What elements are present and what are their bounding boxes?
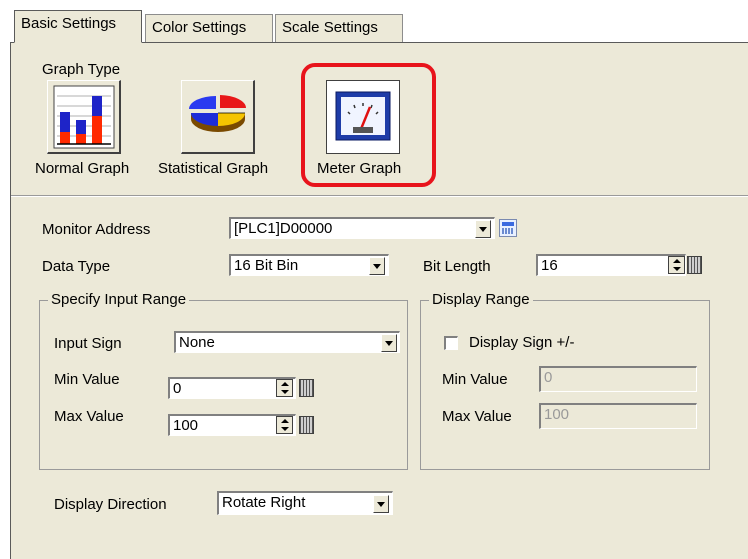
bar-graph-icon [53,85,115,149]
tab-label: Basic Settings [21,15,117,32]
statistical-graph-button[interactable] [181,80,255,154]
tab-label: Color Settings [152,19,247,36]
selection-highlight [301,63,436,187]
normal-graph-button[interactable] [47,80,121,154]
tab-basic-settings[interactable]: Basic Settings [14,10,142,43]
specify-input-range-title: Specify Input Range [48,291,190,308]
normal-graph-label: Normal Graph [35,160,130,177]
input-max-value-spinner[interactable] [276,416,293,434]
input-max-value-keypad-icon[interactable] [299,416,314,434]
input-min-value-spinner[interactable] [276,379,293,397]
bit-length-input[interactable]: 16 [536,254,686,276]
display-sign-checkbox[interactable] [444,336,458,350]
input-sign-dropdown-button[interactable] [381,334,397,352]
tab-color-settings[interactable]: Color Settings [145,14,273,42]
separator [11,195,748,197]
monitor-address-input[interactable]: [PLC1]D00000 [229,217,495,239]
data-type-label: Data Type [42,258,111,275]
basic-settings-panel: Graph Type Normal Graph Statistical Grap… [10,42,748,559]
input-sign-select[interactable]: None [174,331,400,353]
pie-chart-icon [189,95,246,132]
monitor-address-label: Monitor Address [42,221,151,238]
display-sign-label: Display Sign +/- [469,334,575,351]
display-min-value-input[interactable]: 0 [539,366,697,392]
bit-length-keypad-icon[interactable] [687,256,702,274]
graph-type-title: Graph Type [42,61,121,78]
address-input-icon[interactable] [499,219,517,237]
tab-label: Scale Settings [282,19,378,36]
input-min-value-keypad-icon[interactable] [299,379,314,397]
tab-scale-settings[interactable]: Scale Settings [275,14,403,42]
display-direction-select[interactable]: Rotate Right [217,491,393,515]
input-min-value-label: Min Value [54,371,120,388]
display-min-value-label: Min Value [442,371,508,388]
display-direction-dropdown-button[interactable] [373,495,389,513]
statistical-graph-label: Statistical Graph [158,160,269,177]
input-sign-label: Input Sign [54,335,122,352]
bit-length-label: Bit Length [423,258,491,275]
input-max-value-label: Max Value [54,408,124,425]
display-range-title: Display Range [429,291,533,308]
display-direction-label: Display Direction [54,496,167,513]
data-type-select[interactable]: 16 Bit Bin [229,254,389,276]
data-type-dropdown-button[interactable] [369,257,385,275]
display-max-value-label: Max Value [442,408,512,425]
display-max-value-input[interactable]: 100 [539,403,697,429]
bit-length-spinner[interactable] [668,256,685,274]
monitor-address-dropdown-button[interactable] [475,220,491,238]
